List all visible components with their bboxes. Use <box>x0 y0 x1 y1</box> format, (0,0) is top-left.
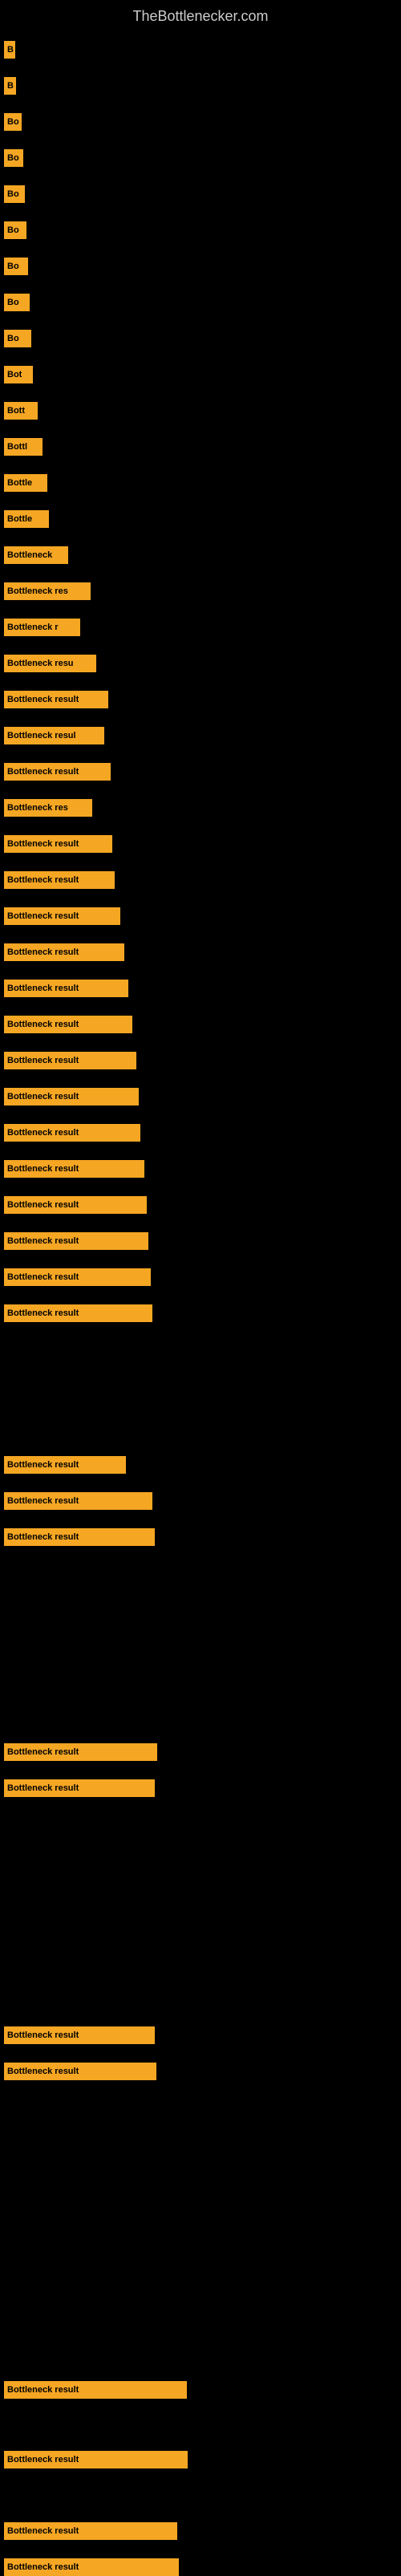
bar: Bo <box>4 185 25 203</box>
bar-row: Bottleneck result <box>4 2063 156 2080</box>
bar: Bottleneck result <box>4 1124 140 1142</box>
bar: Bottleneck result <box>4 871 115 889</box>
bar-row: Bottleneck result <box>4 871 115 889</box>
bar: Bottleneck <box>4 546 68 564</box>
bar-row: Bottleneck result <box>4 1528 155 1546</box>
bar-row: Bottleneck result <box>4 1160 144 1178</box>
bar-row: Bottleneck result <box>4 1456 126 1474</box>
bar-row: Bo <box>4 149 23 167</box>
bar: Bottleneck result <box>4 1492 152 1510</box>
bar-row: Bo <box>4 258 28 275</box>
bar-row: Bo <box>4 113 22 131</box>
bar-row: Bottleneck result <box>4 2522 177 2540</box>
bar-row: Bott <box>4 402 38 420</box>
bar-row: Bo <box>4 330 31 347</box>
bar: Bottleneck result <box>4 907 120 925</box>
bar-row: Bottleneck resu <box>4 655 96 672</box>
bar-row: Bottleneck res <box>4 582 91 600</box>
bar: Bottleneck result <box>4 2558 179 2576</box>
bar: Bottleneck result <box>4 980 128 997</box>
bar: Bottleneck res <box>4 582 91 600</box>
bar-row: Bottleneck r <box>4 619 80 636</box>
bar: Bottleneck result <box>4 2522 177 2540</box>
bar: Bottleneck result <box>4 2451 188 2468</box>
bar: Bottleneck result <box>4 1196 147 1214</box>
bar-row: Bot <box>4 366 33 383</box>
bar: Bottleneck result <box>4 1232 148 1250</box>
bar: Bottleneck result <box>4 943 124 961</box>
bar-row: Bottleneck result <box>4 1304 152 1322</box>
bar-row: Bottleneck result <box>4 943 124 961</box>
bar: Bo <box>4 113 22 131</box>
bar: B <box>4 41 15 59</box>
bars-container: BB Bo Bo Bo Bo Bo Bo Bo Bot Bott Bottl Bottle Bottle… <box>0 29 401 2556</box>
bar-row: Bottleneck <box>4 546 68 564</box>
bar: B <box>4 77 16 95</box>
bar-row: Bottleneck result <box>4 1232 148 1250</box>
bar-row: Bo <box>4 185 25 203</box>
bar: Bottleneck res <box>4 799 92 817</box>
bar-row: Bottleneck result <box>4 1088 139 1105</box>
bar: Bottleneck result <box>4 691 108 708</box>
bar: Bottleneck result <box>4 1016 132 1033</box>
bar: Bo <box>4 221 26 239</box>
bar: Bottleneck result <box>4 1052 136 1069</box>
bar-row: Bottleneck result <box>4 2451 188 2468</box>
bar: Bottleneck result <box>4 835 112 853</box>
bar-row: Bottleneck result <box>4 835 112 853</box>
bar-row: Bottl <box>4 438 43 456</box>
bar: Bottleneck result <box>4 1268 151 1286</box>
bar-row: Bottleneck result <box>4 1052 136 1069</box>
bar: Bottleneck result <box>4 1088 139 1105</box>
bar: Bo <box>4 149 23 167</box>
bar: Bottleneck result <box>4 1456 126 1474</box>
bar: Bottleneck result <box>4 763 111 781</box>
bar-row: Bottleneck result <box>4 2558 179 2576</box>
bar: Bot <box>4 366 33 383</box>
bar: Bottl <box>4 438 43 456</box>
bar-row: Bottleneck result <box>4 691 108 708</box>
bar-row: Bottleneck result <box>4 1492 152 1510</box>
bar: Bo <box>4 258 28 275</box>
bar: Bottleneck result <box>4 1304 152 1322</box>
bar-row: Bottle <box>4 510 49 528</box>
site-title: TheBottlenecker.com <box>0 0 401 29</box>
bar: Bottle <box>4 510 49 528</box>
bar: Bottleneck r <box>4 619 80 636</box>
bar: Bo <box>4 330 31 347</box>
bar-row: Bottleneck result <box>4 1016 132 1033</box>
bar: Bottleneck result <box>4 2381 187 2399</box>
bar: Bottleneck resul <box>4 727 104 744</box>
bar: Bo <box>4 294 30 311</box>
bar-row: Bottleneck result <box>4 1779 155 1797</box>
bar-row: Bottleneck result <box>4 1268 151 1286</box>
bar-row: Bottleneck result <box>4 1196 147 1214</box>
bar: Bottleneck result <box>4 1779 155 1797</box>
bar: Bott <box>4 402 38 420</box>
bar: Bottle <box>4 474 47 492</box>
bar-row: Bo <box>4 294 30 311</box>
bar-row: Bottleneck result <box>4 1743 157 1761</box>
bar: Bottleneck result <box>4 1160 144 1178</box>
bar-row: Bo <box>4 221 26 239</box>
bar-row: Bottleneck result <box>4 907 120 925</box>
bar-row: Bottleneck result <box>4 980 128 997</box>
bar: Bottleneck result <box>4 1528 155 1546</box>
bar: Bottleneck result <box>4 2026 155 2044</box>
bar: Bottleneck result <box>4 2063 156 2080</box>
bar: Bottleneck resu <box>4 655 96 672</box>
bar-row: Bottleneck result <box>4 1124 140 1142</box>
bar-row: Bottle <box>4 474 47 492</box>
bar-row: B <box>4 41 15 59</box>
bar-row: Bottleneck resul <box>4 727 104 744</box>
bar-row: B <box>4 77 16 95</box>
bar-row: Bottleneck result <box>4 2026 155 2044</box>
bar-row: Bottleneck res <box>4 799 92 817</box>
bar-row: Bottleneck result <box>4 763 111 781</box>
bar: Bottleneck result <box>4 1743 157 1761</box>
bar-row: Bottleneck result <box>4 2381 187 2399</box>
